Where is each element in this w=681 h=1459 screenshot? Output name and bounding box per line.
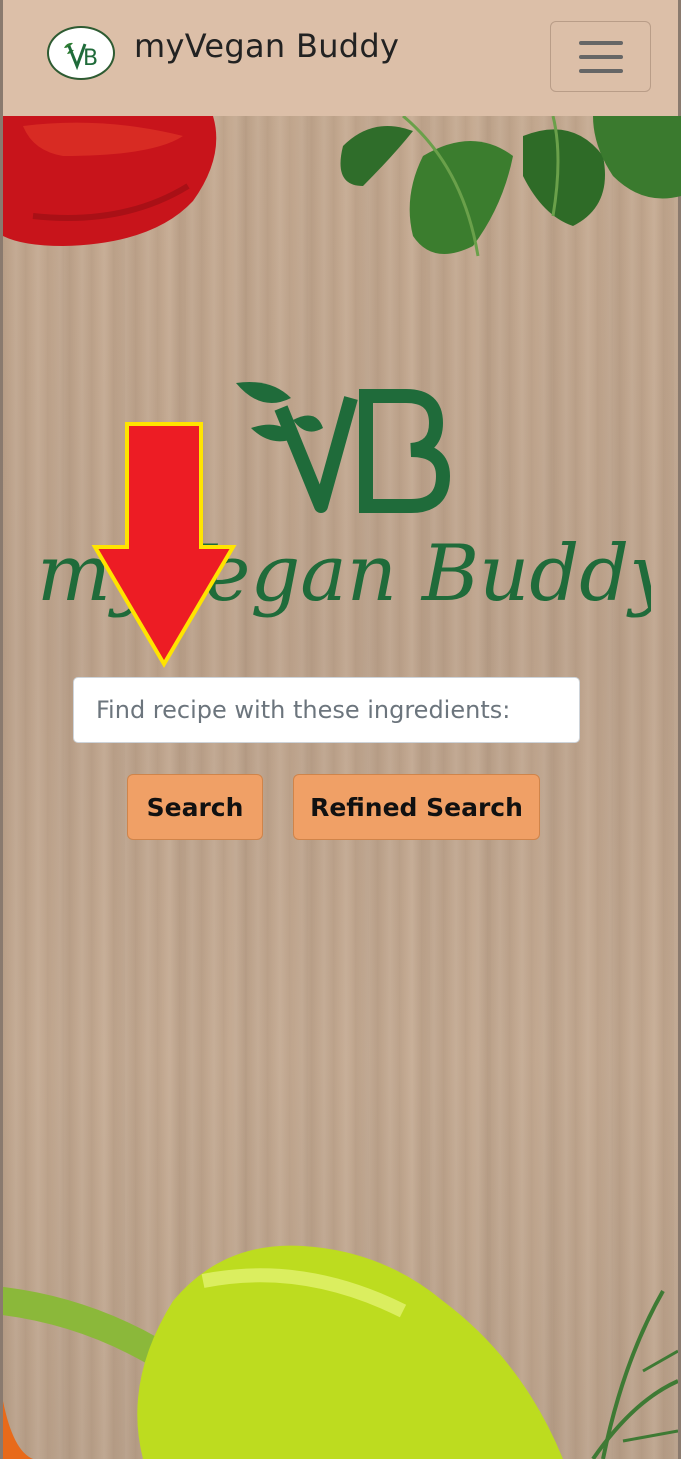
refined-search-button[interactable]: Refined Search xyxy=(293,774,540,840)
ingredients-search-input[interactable] xyxy=(73,677,580,743)
leaf-icon xyxy=(236,382,291,403)
green-pepper-decoration xyxy=(3,1245,678,1459)
navbar: B myVegan Buddy xyxy=(0,0,681,116)
vb-leaf-logo-icon[interactable]: B xyxy=(47,26,115,80)
brand-name[interactable]: myVegan Buddy xyxy=(134,27,399,65)
search-button[interactable]: Search xyxy=(127,774,263,840)
red-arrow-down-icon xyxy=(91,422,237,668)
parsley-decoration xyxy=(340,116,681,257)
logo-letter-b: B xyxy=(83,46,98,71)
tomato-decoration xyxy=(3,116,217,246)
hamburger-menu-button[interactable] xyxy=(550,21,651,92)
